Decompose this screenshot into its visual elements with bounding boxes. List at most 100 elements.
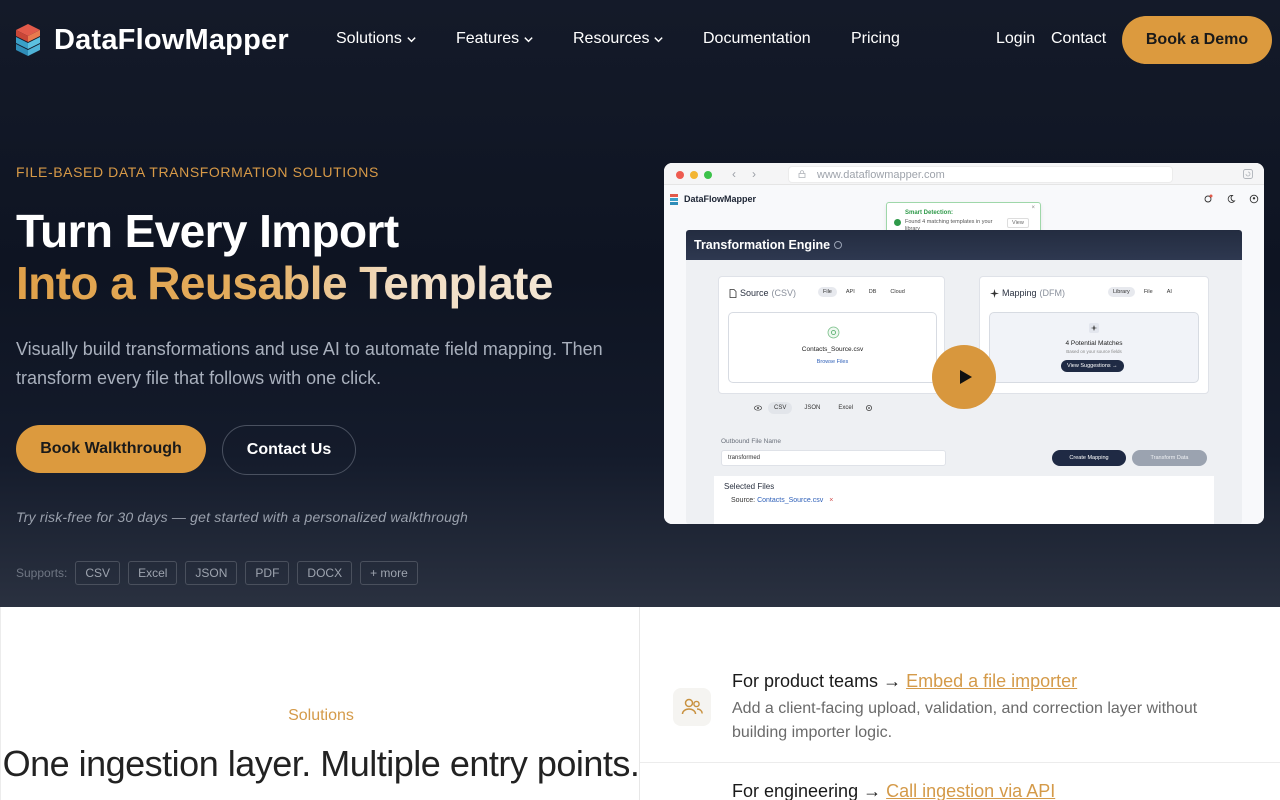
close-dot-icon	[676, 171, 684, 179]
solution-description: Add a client-facing upload, validation, …	[732, 700, 1198, 741]
maximize-dot-icon	[704, 171, 712, 179]
mapping-label: Mapping	[1002, 288, 1037, 298]
gear-icon[interactable]	[865, 404, 873, 412]
format-excel-tab[interactable]: Excel	[832, 402, 859, 414]
close-icon[interactable]: ×	[1031, 205, 1035, 211]
chip-file[interactable]: File	[1139, 287, 1158, 297]
notification-icon	[1204, 194, 1213, 203]
source-prefix: Source:	[731, 497, 756, 504]
remove-file-icon[interactable]: ×	[829, 497, 833, 504]
source-file-name: Contacts_Source.csv	[801, 346, 864, 353]
arrow-right-icon: →	[863, 781, 887, 800]
puzzle-icon	[1089, 323, 1099, 333]
format-badge-more[interactable]: + more	[360, 561, 418, 585]
contact-us-button[interactable]: Contact Us	[222, 425, 356, 475]
moon-icon	[1227, 195, 1236, 203]
chip-file[interactable]: File	[818, 287, 837, 297]
source-panel: Source (CSV) File API DB Cloud Contacts_…	[718, 276, 945, 394]
toast-view-button[interactable]: View	[1007, 218, 1029, 228]
book-demo-button[interactable]: Book a Demo	[1122, 16, 1272, 64]
nav-resources[interactable]: Resources	[573, 30, 664, 48]
supported-formats: Supports: CSV Excel JSON PDF DOCX + more	[16, 561, 418, 585]
mapping-panel: Mapping (DFM) Library File AI 4 Potentia…	[979, 276, 1209, 394]
top-nav: DataFlowMapper Solutions Features Resour…	[0, 0, 1280, 80]
chip-library[interactable]: Library	[1108, 287, 1135, 297]
app-screenshot: DataFlowMapper Smart Detection: Found 4 …	[664, 185, 1264, 524]
login-link[interactable]: Login	[996, 30, 1035, 48]
solutions-list: For product teams → Embed a file importe…	[640, 607, 1280, 800]
eye-icon[interactable]	[754, 404, 762, 412]
nav-arrows-icon: ‹›	[732, 167, 772, 181]
selected-file-link[interactable]: Contacts_Source.csv	[757, 497, 823, 504]
chevron-down-icon	[524, 36, 533, 42]
product-preview-window: ‹› www.dataflowmapper.com DataFlowMapper…	[664, 163, 1264, 524]
hero-section: DataFlowMapper Solutions Features Resour…	[0, 0, 1280, 607]
book-walkthrough-button[interactable]: Book Walkthrough	[16, 425, 206, 473]
format-badge: CSV	[75, 561, 121, 585]
nav-label: Solutions	[336, 30, 402, 47]
format-badge: Excel	[128, 561, 178, 585]
app-brand: DataFlowMapper	[684, 194, 757, 204]
trial-note: Try risk-free for 30 days — get started …	[16, 509, 469, 525]
matches-subtitle: Based on your source fields	[1066, 349, 1122, 354]
output-format-bar: CSV JSON Excel	[754, 402, 873, 414]
outbound-file-input[interactable]: transformed	[721, 450, 946, 466]
nav-solutions[interactable]: Solutions	[336, 30, 417, 48]
chip-api[interactable]: API	[841, 287, 860, 297]
source-title: Source (CSV)	[729, 288, 796, 298]
create-mapping-button[interactable]: Create Mapping	[1052, 450, 1126, 466]
embed-importer-link[interactable]: Embed a file importer	[906, 671, 1077, 691]
mapping-title: Mapping (DFM)	[990, 288, 1065, 298]
mapping-chips: Library File AI	[1108, 287, 1177, 297]
source-type: (CSV)	[771, 288, 797, 298]
lock-icon	[798, 170, 806, 178]
selected-files-panel: Selected Files Source: Contacts_Source.c…	[714, 476, 1214, 524]
file-drop-zone[interactable]: Contacts_Source.csv Browse Files	[728, 312, 937, 383]
format-badge: PDF	[245, 561, 290, 585]
user-icon	[1249, 194, 1259, 204]
source-chips: File API DB Cloud	[818, 287, 910, 297]
nav-pricing[interactable]: Pricing	[851, 30, 900, 48]
source-label: Source	[740, 288, 769, 298]
view-suggestions-button[interactable]: View Suggestions →	[1061, 360, 1124, 372]
matches-count: 4 Potential Matches	[1065, 340, 1123, 347]
check-circle-icon	[894, 219, 901, 226]
nav-features[interactable]: Features	[456, 30, 534, 48]
play-icon	[959, 370, 972, 384]
nav-label: Resources	[573, 30, 650, 47]
stack-logo-icon	[16, 24, 40, 56]
brand-logo[interactable]: DataFlowMapper	[14, 22, 289, 58]
browser-url-bar: www.dataflowmapper.com	[788, 166, 1173, 183]
browser-titlebar: ‹› www.dataflowmapper.com	[664, 163, 1264, 185]
play-video-button[interactable]	[932, 345, 996, 409]
contact-label: Contact	[1051, 30, 1107, 47]
solutions-label: Solutions	[288, 707, 354, 724]
outbound-label: Outbound File Name	[721, 438, 781, 445]
chevron-down-icon	[407, 36, 416, 42]
format-json-tab[interactable]: JSON	[798, 402, 826, 414]
login-label: Login	[996, 30, 1036, 47]
browse-files-link[interactable]: Browse Files	[729, 359, 936, 365]
chip-ai[interactable]: AI	[1162, 287, 1177, 297]
contact-link[interactable]: Contact	[1051, 30, 1106, 48]
chip-cloud[interactable]: Cloud	[885, 287, 909, 297]
transform-data-button[interactable]: Transform Data	[1132, 450, 1207, 466]
solution-lead: For engineering	[732, 781, 859, 800]
call-api-link[interactable]: Call ingestion via API	[886, 781, 1055, 800]
solution-heading: For engineering → Call ingestion via API	[732, 781, 1055, 800]
solutions-title: One ingestion layer. Multiple entry poin…	[2, 743, 640, 784]
hero-title-line2: Into a Reusable Template	[16, 257, 553, 309]
hero-description: Visually build transformations and use A…	[16, 339, 603, 388]
nav-documentation[interactable]: Documentation	[703, 30, 811, 48]
suggestions-card: 4 Potential Matches Based on your source…	[989, 312, 1199, 383]
format-csv-tab[interactable]: CSV	[768, 402, 793, 414]
hero-title-line1: Turn Every Import	[16, 205, 399, 257]
minimize-dot-icon	[690, 171, 698, 179]
solution-lead: For product teams	[732, 671, 879, 691]
chip-db[interactable]: DB	[864, 287, 882, 297]
mapping-type: (DFM)	[1039, 288, 1066, 298]
nav-label: Pricing	[851, 30, 900, 47]
nav-label: Features	[456, 30, 520, 47]
nav-label: Documentation	[703, 30, 811, 47]
toast-title: Smart Detection:	[905, 210, 954, 216]
